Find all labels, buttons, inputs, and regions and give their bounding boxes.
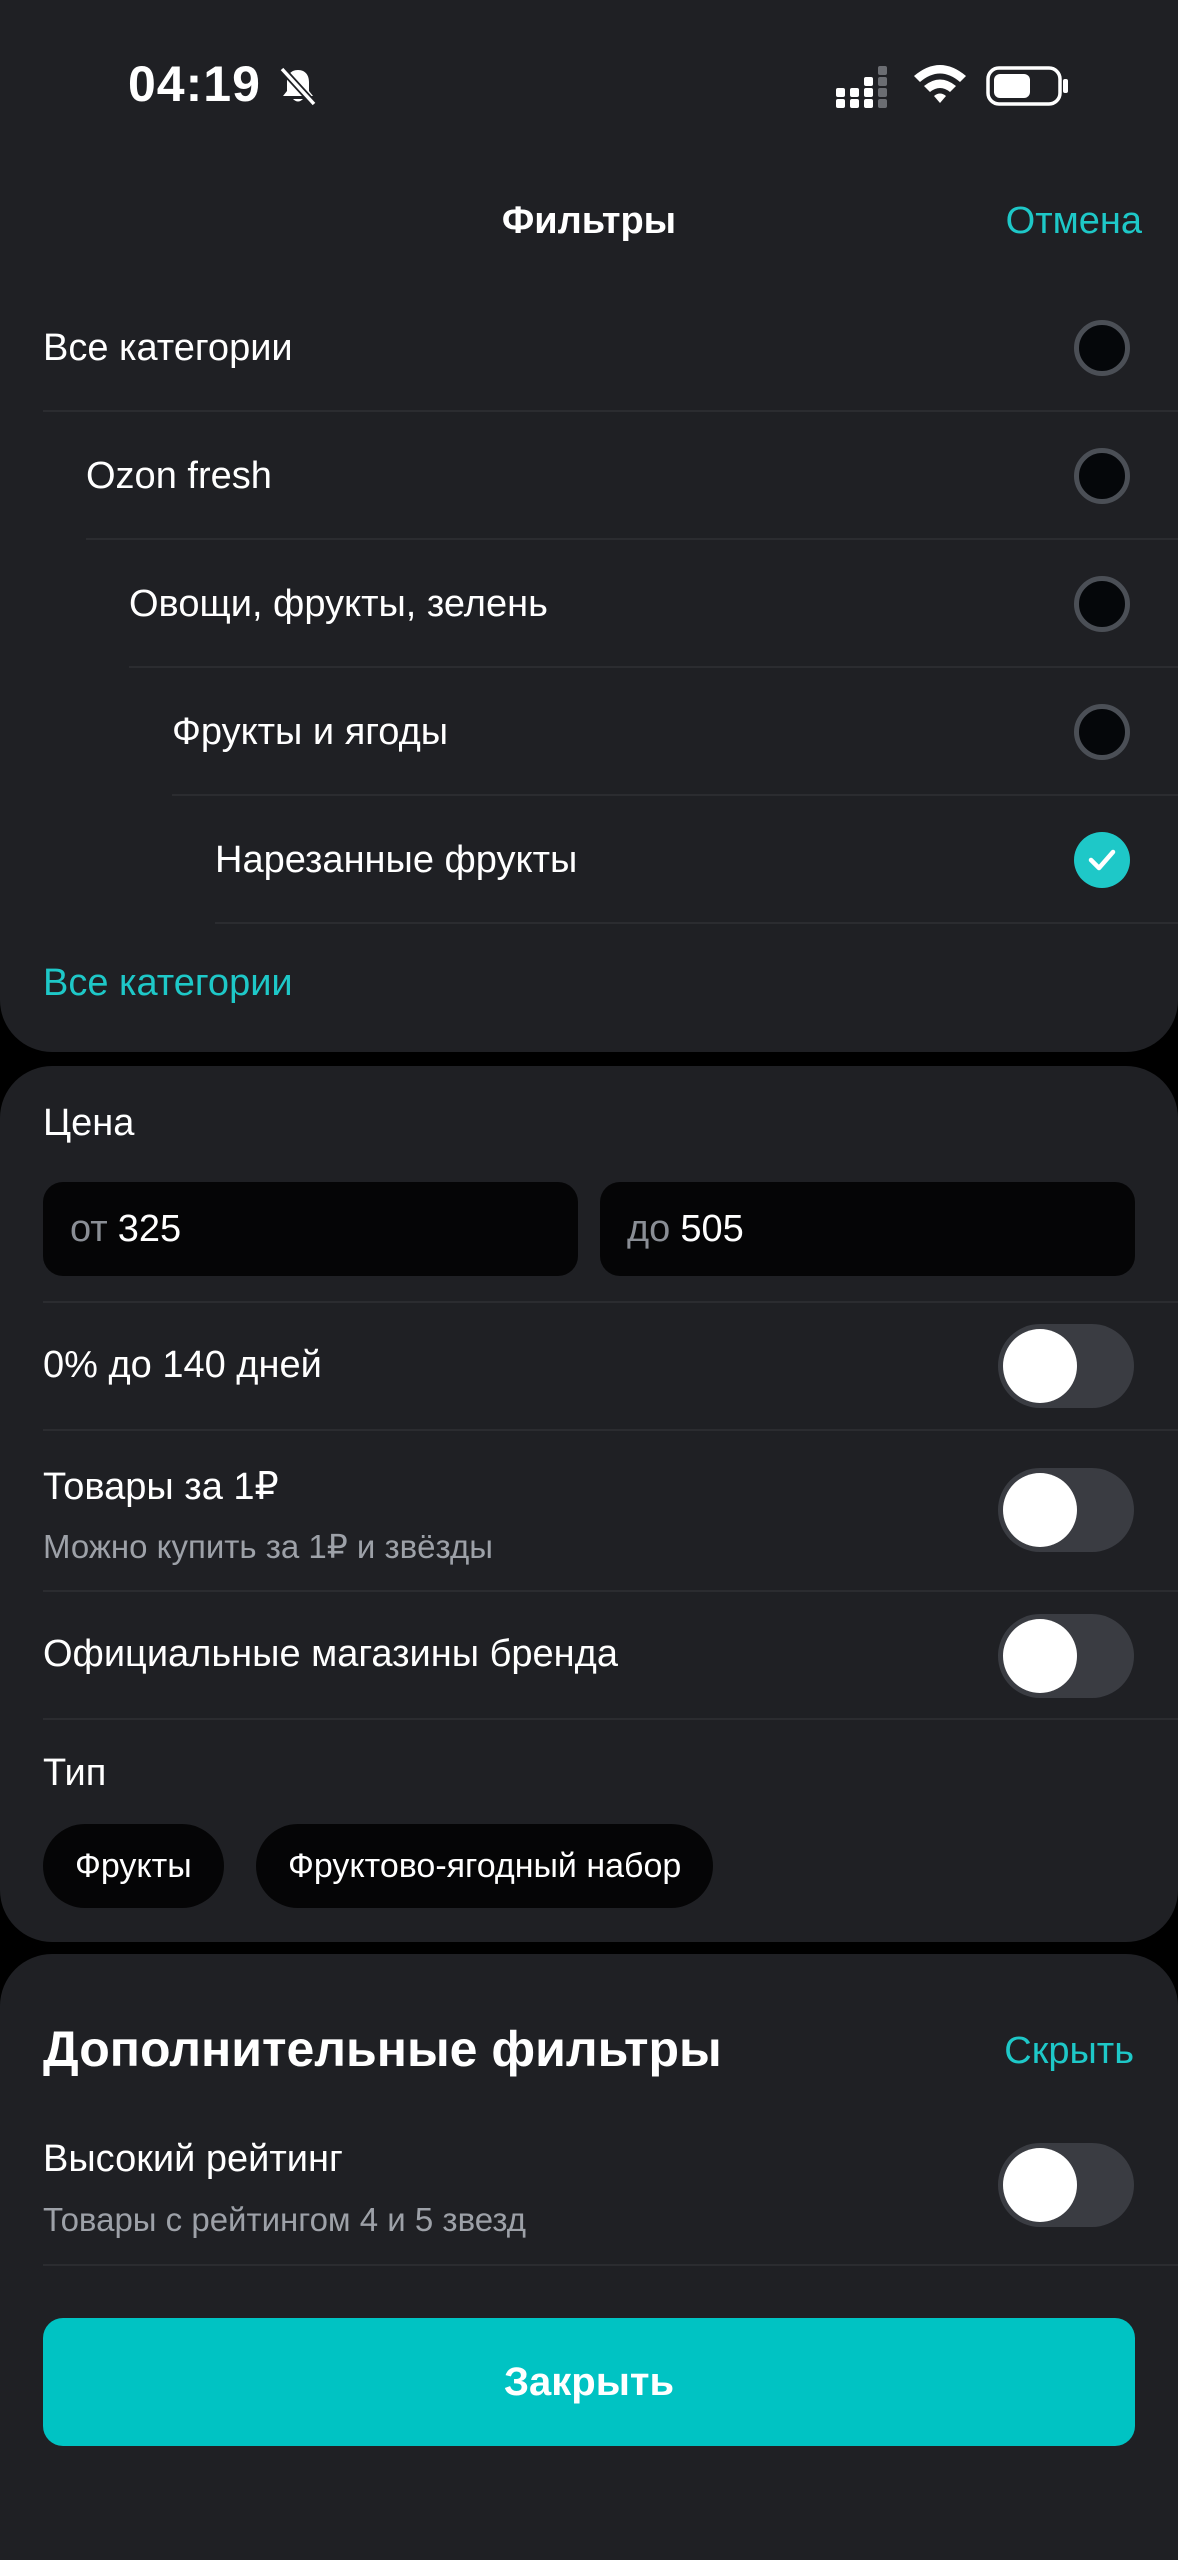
wifi-icon: [914, 65, 966, 103]
type-chip-fruits[interactable]: Фрукты: [43, 1824, 224, 1908]
hide-button[interactable]: Скрыть: [1004, 2030, 1134, 2073]
one-ruble-toggle[interactable]: [998, 1468, 1134, 1552]
toggle-knob: [1003, 1619, 1077, 1693]
extra-filters-title: Дополнительные фильтры: [43, 2021, 722, 2077]
price-to-input[interactable]: до 505: [600, 1182, 1135, 1276]
high-rating-label: Высокий рейтинг: [43, 2138, 343, 2180]
category-label: Овощи, фрукты, зелень: [129, 583, 548, 625]
page-title: Фильтры: [501, 200, 677, 242]
category-label: Нарезанные фрукты: [215, 839, 578, 881]
price-to-prefix: до: [627, 1208, 671, 1250]
divider: [215, 922, 1178, 924]
radio-button[interactable]: [1074, 704, 1130, 760]
official-stores-toggle[interactable]: [998, 1614, 1134, 1698]
category-row-ozon-fresh[interactable]: Ozon fresh: [86, 412, 1178, 540]
price-from-value: 325: [117, 1208, 182, 1250]
price-from-input[interactable]: от 325: [43, 1182, 578, 1276]
category-label: Фрукты и ягоды: [172, 711, 449, 753]
category-label: Все категории: [43, 327, 293, 369]
price-from-prefix: от: [70, 1208, 108, 1250]
category-label: Ozon fresh: [86, 455, 272, 497]
checkmark-icon: [1088, 849, 1116, 871]
divider: [43, 1429, 1178, 1431]
close-button[interactable]: Закрыть: [43, 2318, 1135, 2446]
battery-icon: [986, 66, 1068, 106]
cancel-button[interactable]: Отмена: [1006, 200, 1142, 243]
toggle-knob: [1003, 1329, 1077, 1403]
radio-button-checked[interactable]: [1074, 832, 1130, 888]
high-rating-sub: Товары с рейтингом 4 и 5 звезд: [43, 2201, 527, 2238]
bell-muted-icon: [279, 66, 317, 107]
category-row-all[interactable]: Все категории: [43, 284, 1178, 412]
one-ruble-label: Товары за 1₽: [43, 1466, 279, 1508]
one-ruble-sub: Можно купить за 1₽ и звёзды: [43, 1528, 493, 1565]
divider: [43, 1718, 1178, 1720]
divider: [43, 2264, 1178, 2266]
divider: [43, 1301, 1178, 1303]
price-title: Цена: [43, 1102, 135, 1144]
type-title: Тип: [43, 1752, 107, 1794]
radio-button[interactable]: [1074, 320, 1130, 376]
installment-label: 0% до 140 дней: [43, 1344, 322, 1386]
official-stores-label: Официальные магазины бренда: [43, 1633, 618, 1675]
all-categories-link[interactable]: Все категории: [43, 962, 293, 1005]
category-row-cut-fruits[interactable]: Нарезанные фрукты: [215, 796, 1178, 924]
toggle-knob: [1003, 1473, 1077, 1547]
radio-button[interactable]: [1074, 448, 1130, 504]
radio-button[interactable]: [1074, 576, 1130, 632]
category-row-vegetables[interactable]: Овощи, фрукты, зелень: [129, 540, 1178, 668]
high-rating-toggle[interactable]: [998, 2143, 1134, 2227]
toggle-knob: [1003, 2148, 1077, 2222]
price-to-value: 505: [680, 1208, 744, 1250]
status-time: 04:19: [128, 56, 261, 112]
type-chip-fruit-berry-set[interactable]: Фруктово-ягодный набор: [256, 1824, 714, 1908]
category-row-fruits-berries[interactable]: Фрукты и ягоды: [172, 668, 1178, 796]
divider: [43, 1590, 1178, 1592]
signal-icon: [836, 66, 887, 108]
installment-toggle[interactable]: [998, 1324, 1134, 1408]
